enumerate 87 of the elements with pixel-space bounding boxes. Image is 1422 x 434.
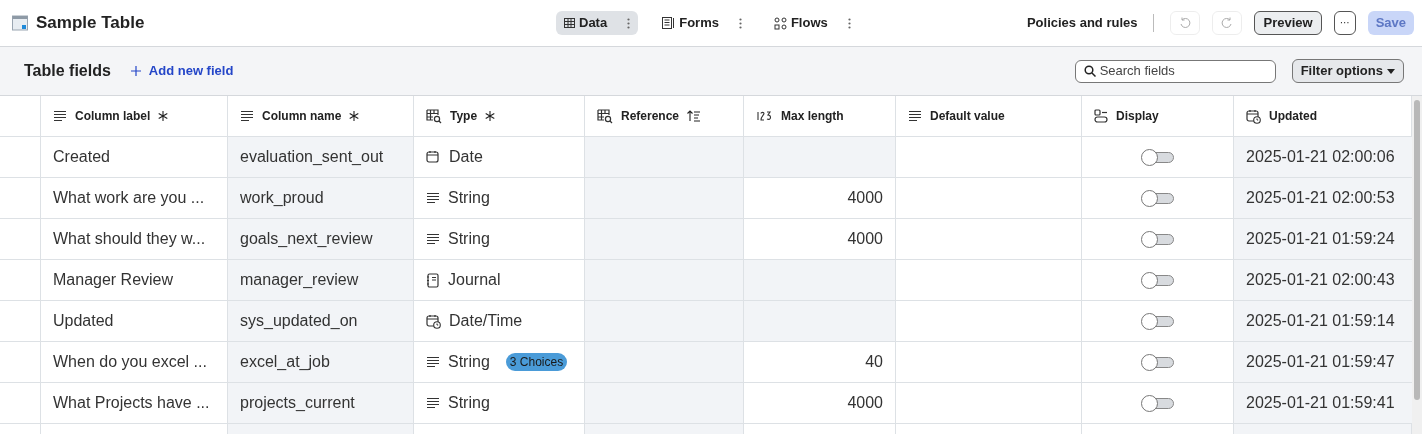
table-cell: 2025-01-21 02:00:43 xyxy=(1234,260,1412,300)
table-cell: goals_next_review xyxy=(228,219,414,259)
column-header: Type xyxy=(450,108,478,125)
toggle-switch[interactable] xyxy=(1141,151,1174,163)
text-lines-icon xyxy=(426,192,440,204)
table-icon xyxy=(564,18,575,28)
text-lines-icon xyxy=(908,110,922,122)
preview-button[interactable]: Preview xyxy=(1254,11,1322,35)
type-text: Date/Time xyxy=(449,311,523,331)
toggle-switch[interactable] xyxy=(1141,233,1174,245)
table-cell: 2025-01-21 01:59:24 xyxy=(1234,219,1412,259)
toggle-switch[interactable] xyxy=(1141,356,1174,368)
tab[interactable]: Flows xyxy=(773,13,828,33)
column-header-cell[interactable]: Column name xyxy=(228,96,414,136)
vertical-dots-icon[interactable] xyxy=(627,17,631,29)
calendar-clock-icon xyxy=(426,313,441,329)
text-lines-icon xyxy=(426,356,440,368)
policies-link[interactable]: Policies and rules xyxy=(1026,13,1138,33)
table-cell: 2025-01-21 01:59:47 xyxy=(1234,342,1412,382)
notebook-icon xyxy=(426,272,440,288)
flow-icon xyxy=(773,16,787,30)
table-icon xyxy=(12,15,28,31)
type-text: String xyxy=(448,188,490,208)
text-lines-icon xyxy=(240,110,254,122)
table-cell: 4000 xyxy=(744,178,896,218)
table-search-icon xyxy=(426,108,442,124)
toggle-switch[interactable] xyxy=(1141,192,1174,204)
number-icon xyxy=(756,110,773,122)
search-icon xyxy=(1083,65,1096,77)
text-lines-icon xyxy=(426,233,440,245)
undo-icon xyxy=(1179,17,1192,29)
type-text: Journal xyxy=(448,270,501,290)
type-text: String xyxy=(448,352,490,372)
table-cell: projects_current xyxy=(228,383,414,423)
table-search-icon xyxy=(597,108,613,124)
table-cell: manager_review xyxy=(228,260,414,300)
table-cell: work_proud xyxy=(228,178,414,218)
section-title: Table fields xyxy=(24,61,111,81)
column-header: Updated xyxy=(1269,108,1317,125)
column-header-cell[interactable]: Display xyxy=(1082,96,1234,136)
add-field-button[interactable]: Add new field xyxy=(130,61,234,81)
toggle-switch[interactable] xyxy=(1141,274,1174,286)
text-lines-icon xyxy=(53,110,67,122)
table-cell: 2025-01-21 02:00:06 xyxy=(1234,137,1412,177)
vertical-dots-icon[interactable] xyxy=(847,17,851,29)
type-text: String xyxy=(448,229,490,249)
table-cell: 40 xyxy=(744,342,896,382)
calendar-clock-icon xyxy=(1246,108,1261,124)
column-header-cell[interactable]: Reference xyxy=(585,96,744,136)
column-header-cell[interactable]: Type xyxy=(414,96,585,136)
plus-icon xyxy=(130,66,141,76)
vertical-dots-icon[interactable] xyxy=(738,17,742,29)
column-header: Max length xyxy=(781,108,844,125)
more-button[interactable]: ··· xyxy=(1333,11,1356,35)
choices-badge: 3 Choices xyxy=(505,353,568,371)
column-header: Column name xyxy=(262,108,342,125)
form-icon xyxy=(662,17,676,29)
column-header-cell[interactable]: Column label xyxy=(41,96,228,136)
filter-button[interactable]: Filter options xyxy=(1291,59,1404,83)
column-header-cell[interactable]: Default value xyxy=(896,96,1082,136)
table-cell: excel_at_job xyxy=(228,342,414,382)
caret-icon xyxy=(1387,68,1395,74)
table-cell: 4000 xyxy=(744,219,896,259)
table-cell: 2025-01-21 02:00:53 xyxy=(1234,178,1412,218)
column-header: Display xyxy=(1116,108,1159,125)
table-cell: 4000 xyxy=(744,383,896,423)
redo-icon xyxy=(1221,17,1234,29)
toggle-switch[interactable] xyxy=(1141,397,1174,409)
calendar-icon xyxy=(426,149,441,165)
column-header: Column label xyxy=(75,108,151,125)
text-lines-icon xyxy=(426,397,440,409)
table-cell: evaluation_sent_out xyxy=(228,137,414,177)
search-input[interactable]: Search fields xyxy=(1099,61,1267,81)
search-field[interactable]: Search fields xyxy=(1074,59,1276,83)
table-cell: 2025-01-21 01:59:41 xyxy=(1234,383,1412,423)
table-cell: sys_updated_on xyxy=(228,301,414,341)
scrollbar-thumb[interactable] xyxy=(1414,100,1420,400)
type-text: String xyxy=(448,393,490,413)
column-header-cell[interactable]: Max length xyxy=(744,96,896,136)
column-header: Reference xyxy=(621,108,680,125)
tab[interactable]: Forms xyxy=(662,13,719,33)
column-header: Default value xyxy=(930,108,1005,125)
page-title: Sample Table xyxy=(36,12,146,35)
toggle-switch[interactable] xyxy=(1141,315,1174,327)
type-text: Date xyxy=(449,147,483,167)
toggle-list-icon xyxy=(1094,109,1108,123)
table-cell: 2025-01-21 01:59:14 xyxy=(1234,301,1412,341)
